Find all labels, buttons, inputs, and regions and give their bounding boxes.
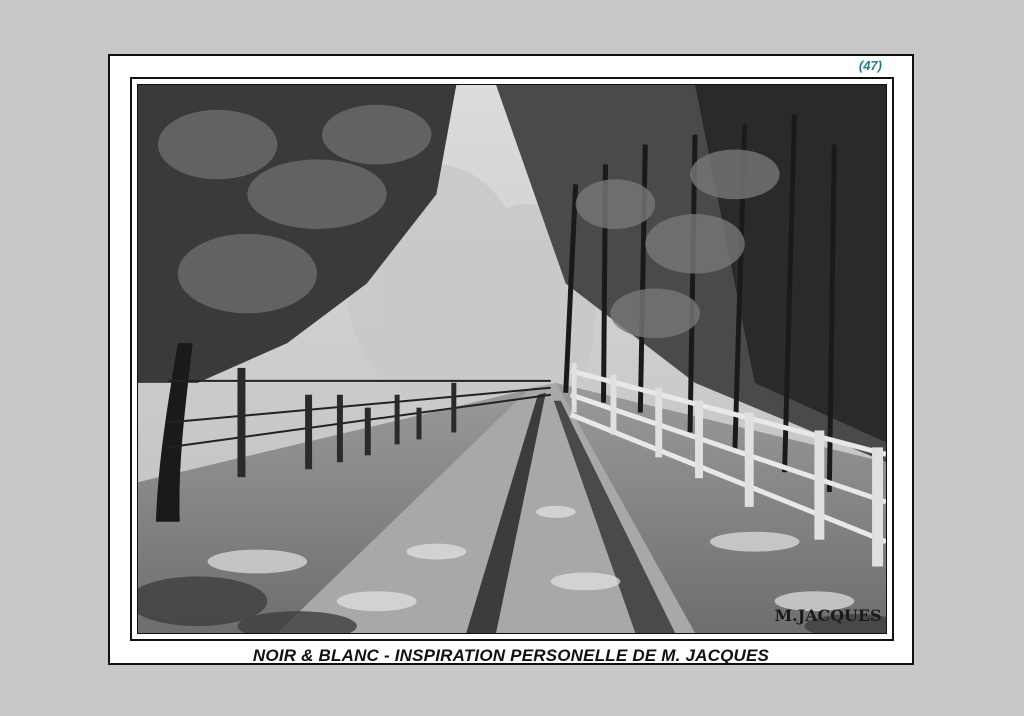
- painting-image: M.JACQUES: [138, 85, 886, 633]
- caption: NOIR & BLANC - INSPIRATION PERSONELLE DE…: [252, 646, 770, 665]
- page-number: (47): [858, 58, 882, 73]
- painting-frame: M.JACQUES: [130, 77, 894, 641]
- artwork-card: (47) M.JACQUES NOIR & BLANC - INSPIRATIO…: [108, 54, 914, 665]
- artist-signature: M.JACQUES: [775, 606, 882, 625]
- painting-mat: M.JACQUES: [137, 84, 887, 634]
